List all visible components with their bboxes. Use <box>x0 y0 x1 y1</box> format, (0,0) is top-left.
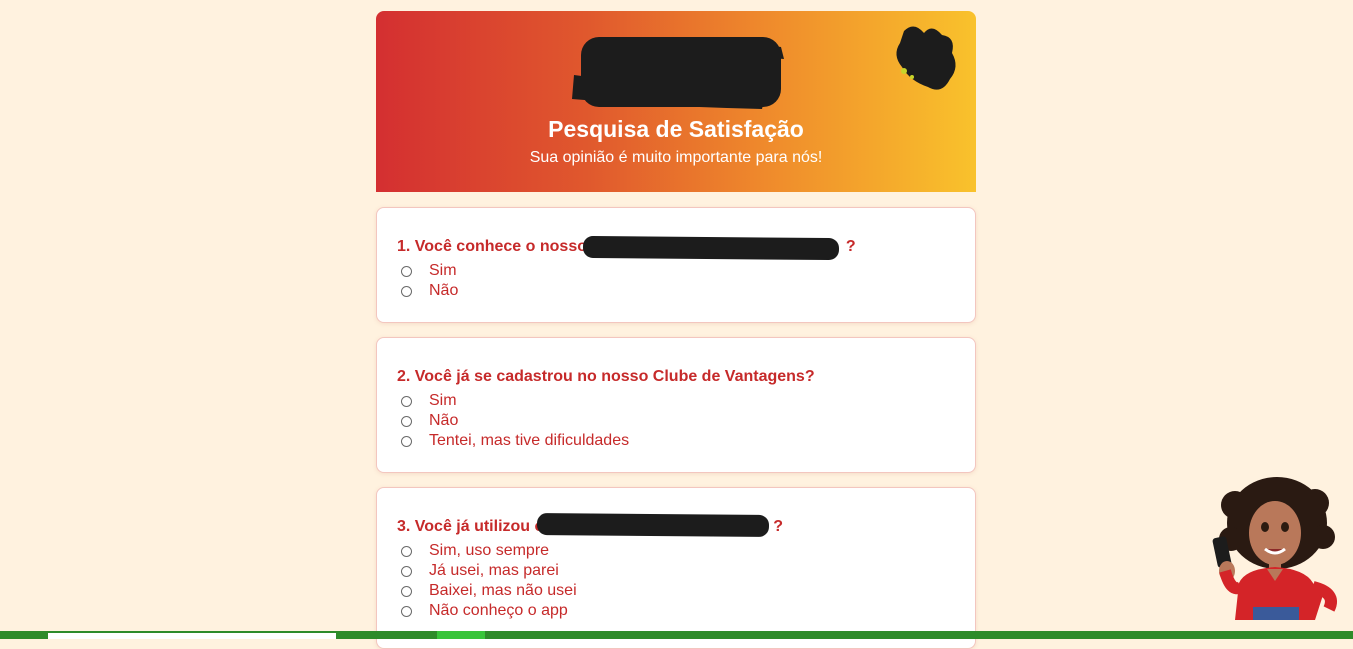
option-label: Sim, uso sempre <box>429 542 550 559</box>
bottom-bar-segment <box>48 633 336 639</box>
option-label: Sim <box>429 262 457 279</box>
option-label: Já usei, mas parei <box>429 562 559 579</box>
option-tentei[interactable]: Tentei, mas tive dificuldades <box>401 431 629 451</box>
radio-button[interactable] <box>401 605 412 617</box>
option-nao[interactable]: Não <box>401 411 458 431</box>
radio-button[interactable] <box>401 585 412 597</box>
survey-container: Pesquisa de Satisfação Sua opinião é mui… <box>376 11 976 649</box>
radio-button[interactable] <box>401 285 412 297</box>
question-card-2: 2. Você já se cadastrou no nosso Clube d… <box>376 337 976 473</box>
question-card-1: 1. Você conhece o nosso ? Sim Não <box>376 207 976 323</box>
page-subtitle: Sua opinião é muito importante para nós! <box>529 149 823 166</box>
question-text-3: 3. Você já utilizou o <box>397 518 545 535</box>
radio-button[interactable] <box>401 565 412 577</box>
survey-header: Pesquisa de Satisfação Sua opinião é mui… <box>376 11 976 192</box>
option-sim[interactable]: Sim <box>401 261 457 281</box>
option-nao-conheco[interactable]: Não conheço o app <box>401 601 568 621</box>
redacted-text <box>582 235 840 261</box>
question-end-3: ? <box>773 518 783 535</box>
radio-button[interactable] <box>401 545 412 557</box>
redacted-text <box>536 512 770 538</box>
radio-button[interactable] <box>401 415 412 427</box>
option-baixei[interactable]: Baixei, mas não usei <box>401 581 577 601</box>
mascot-assistant-icon[interactable] <box>1205 475 1345 620</box>
option-label: Não conheço o app <box>429 602 568 619</box>
option-label: Tentei, mas tive dificuldades <box>429 432 630 449</box>
option-sim[interactable]: Sim <box>401 391 457 411</box>
radio-button[interactable] <box>401 395 412 407</box>
option-uso-sempre[interactable]: Sim, uso sempre <box>401 541 549 561</box>
question-card-3: 3. Você já utilizou o ? Sim, uso sempre … <box>376 487 976 649</box>
option-label: Não <box>429 412 459 429</box>
radio-button[interactable] <box>401 435 412 447</box>
radio-button[interactable] <box>401 265 412 277</box>
bottom-bar-highlight <box>437 631 485 639</box>
option-label: Não <box>429 282 459 299</box>
question-title-2: 2. Você já se cadastrou no nosso Clube d… <box>397 368 815 385</box>
option-ja-usei[interactable]: Já usei, mas parei <box>401 561 559 581</box>
bottom-status-bar <box>0 631 1353 639</box>
option-label: Baixei, mas não usei <box>429 582 577 599</box>
redacted-corner-mark <box>896 26 956 90</box>
option-label: Sim <box>429 392 457 409</box>
question-end-1: ? <box>845 238 856 255</box>
redacted-logo <box>572 37 784 109</box>
option-nao[interactable]: Não <box>401 281 458 301</box>
question-text-1: 1. Você conhece o nosso <box>397 238 587 255</box>
page-title: Pesquisa de Satisfação <box>548 116 804 142</box>
